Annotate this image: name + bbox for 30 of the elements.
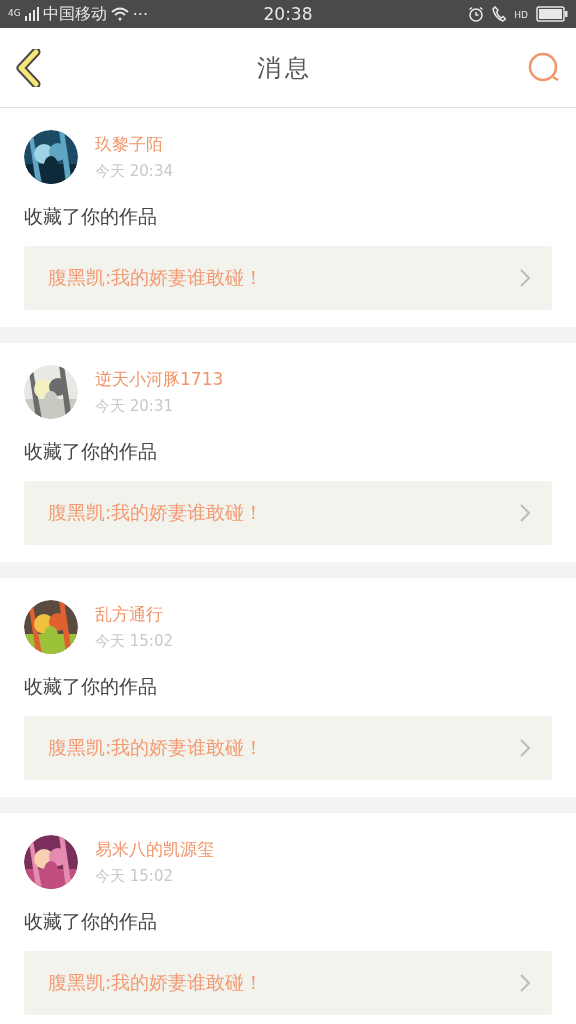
clock: 20:38 (263, 4, 313, 24)
chevron-icon (520, 739, 530, 757)
work-link[interactable]: 腹黑凯:我的娇妻谁敢碰！ (24, 716, 552, 780)
work-link[interactable]: 腹黑凯:我的娇妻谁敢碰！ (24, 951, 552, 1015)
message-text: 收藏了你的作品 (24, 674, 158, 699)
back-icon (16, 48, 42, 87)
search-icon (528, 51, 560, 84)
user-name[interactable]: 乱方通行 (95, 603, 173, 626)
hd-label: HD (514, 10, 528, 20)
carrier-label: 中国移动 (42, 3, 107, 25)
user-name[interactable]: 易米八的凯源玺 (95, 838, 214, 861)
battery-icon (536, 6, 568, 22)
user-name[interactable]: 玖黎子陌 (95, 133, 173, 156)
work-link[interactable]: 腹黑凯:我的娇妻谁敢碰！ (24, 246, 552, 310)
page-title: 消息 (257, 52, 313, 84)
message-text: 收藏了你的作品 (24, 909, 158, 934)
user-name[interactable]: 逆天小河豚1713 (95, 368, 224, 391)
chevron-icon (520, 269, 530, 287)
alarm-icon (468, 6, 485, 22)
phone-icon (492, 6, 507, 22)
chevron-icon (520, 504, 530, 522)
chevron-icon (520, 974, 530, 992)
work-link[interactable]: 腹黑凯:我的娇妻谁敢碰！ (24, 481, 552, 545)
back-button[interactable] (16, 48, 42, 87)
message-text: 收藏了你的作品 (24, 204, 158, 229)
message-text: 收藏了你的作品 (24, 439, 158, 464)
network-label: 4G (8, 7, 21, 18)
wifi-icon (110, 7, 129, 21)
more-label: ··· (132, 4, 148, 24)
signal-icon (24, 7, 39, 21)
